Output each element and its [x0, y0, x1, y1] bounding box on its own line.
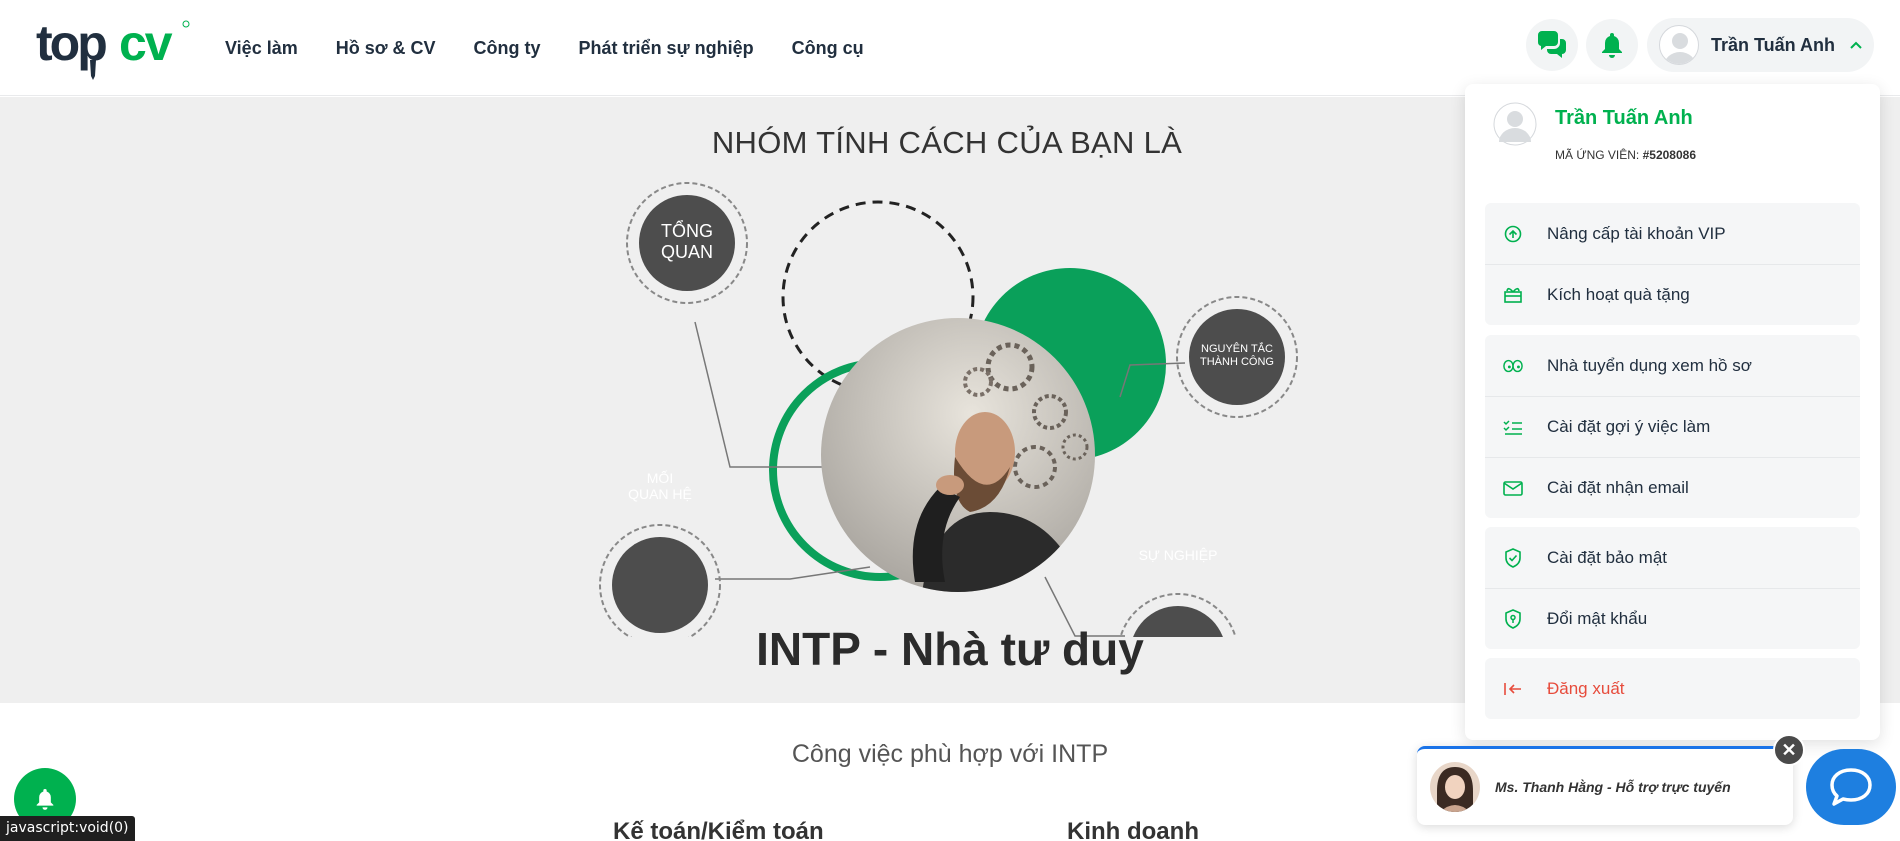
- bell-icon: [36, 789, 54, 810]
- nav-jobs[interactable]: Việc làm: [225, 38, 298, 59]
- messages-button[interactable]: [1526, 19, 1578, 71]
- menu-logout[interactable]: Đăng xuất: [1485, 658, 1860, 719]
- dropdown-group-logout: Đăng xuất: [1485, 658, 1860, 719]
- nav-career-development[interactable]: Phát triển sự nghiệp: [579, 38, 754, 59]
- thinker-portrait: [821, 318, 1095, 592]
- menu-activate-gift[interactable]: Kích hoạt quà tặng: [1485, 264, 1860, 325]
- menu-upgrade-vip[interactable]: Nâng cấp tài khoản VIP: [1485, 203, 1860, 264]
- bubble-principles-label: NGUYÊN TẮC THÀNH CÔNG: [1200, 343, 1274, 368]
- bubble-relationships[interactable]: [599, 524, 721, 637]
- svg-text:cv: cv: [119, 15, 173, 71]
- menu-change-password[interactable]: Đổi mật khẩu: [1485, 588, 1860, 649]
- user-dropdown-menu: Trần Tuấn Anh MÃ ỨNG VIÊN: #5208086 Nâng…: [1465, 84, 1880, 740]
- bubble-career-label: SỰ NGHIỆP: [1138, 547, 1218, 563]
- upgrade-icon: [1503, 224, 1523, 244]
- topcv-logo[interactable]: top cv: [36, 14, 191, 80]
- browser-status-bar: javascript:void(0): [0, 816, 135, 841]
- notifications-button[interactable]: [1586, 19, 1638, 71]
- dropdown-group-security: Cài đặt bảo mật Đổi mật khẩu: [1485, 527, 1860, 649]
- bubble-overview-label: TỔNG QUAN: [660, 221, 713, 262]
- mail-icon: [1503, 478, 1523, 498]
- menu-email-settings[interactable]: Cài đặt nhận email: [1485, 457, 1860, 518]
- checklist-icon: [1503, 417, 1523, 437]
- logout-icon: [1503, 679, 1523, 699]
- menu-job-suggestion-settings[interactable]: Cài đặt gợi ý việc làm: [1485, 396, 1860, 457]
- top-header: top cv Việc làm Hồ sơ & CV Công ty Phát …: [0, 0, 1900, 96]
- job-category-accounting[interactable]: Kế toán/Kiểm toán: [613, 818, 824, 841]
- shield-key-icon: [1503, 609, 1523, 629]
- user-menu-toggle[interactable]: Trần Tuấn Anh: [1647, 18, 1874, 72]
- nav-profile-cv[interactable]: Hồ sơ & CV: [336, 38, 436, 59]
- open-chat-button[interactable]: [1806, 749, 1896, 825]
- chat-bubbles-icon: [1537, 31, 1566, 58]
- nav-companies[interactable]: Công ty: [474, 38, 541, 59]
- dropdown-avatar: [1493, 102, 1537, 151]
- support-agent-avatar: [1430, 762, 1480, 812]
- user-name: Trần Tuấn Anh: [1711, 34, 1835, 55]
- chat-bubble-icon: [1830, 768, 1872, 806]
- menu-security-settings[interactable]: Cài đặt bảo mật: [1485, 527, 1860, 588]
- bell-icon: [1602, 33, 1622, 58]
- candidate-code: MÃ ỨNG VIÊN: #5208086: [1555, 148, 1696, 162]
- dropdown-user-name: Trần Tuấn Anh: [1555, 107, 1693, 129]
- close-icon: ✕: [1781, 739, 1797, 760]
- menu-employer-views[interactable]: Nhà tuyển dụng xem hồ sơ: [1485, 335, 1860, 396]
- chevron-up-icon: [1850, 41, 1862, 49]
- main-nav: Việc làm Hồ sơ & CV Công ty Phát triển s…: [225, 0, 902, 96]
- gift-icon: [1503, 285, 1523, 305]
- nav-tools[interactable]: Công cụ: [792, 38, 864, 59]
- support-chat-popup[interactable]: Ms. Thanh Hằng - Hỗ trợ trực tuyến: [1417, 746, 1793, 825]
- support-text: Ms. Thanh Hằng - Hỗ trợ trực tuyến: [1495, 779, 1731, 795]
- close-support-button[interactable]: ✕: [1773, 734, 1805, 766]
- bubble-relationships-label: MỐI QUAN HỆ: [628, 470, 692, 502]
- eyes-icon: [1503, 356, 1523, 376]
- avatar: [1659, 25, 1699, 65]
- shield-check-icon: [1503, 547, 1523, 568]
- job-category-sales[interactable]: Kinh doanh: [1067, 818, 1199, 841]
- dropdown-group-account: Nâng cấp tài khoản VIP Kích hoạt quà tặn…: [1485, 203, 1860, 325]
- dropdown-group-settings: Nhà tuyển dụng xem hồ sơ Cài đặt gợi ý v…: [1485, 335, 1860, 518]
